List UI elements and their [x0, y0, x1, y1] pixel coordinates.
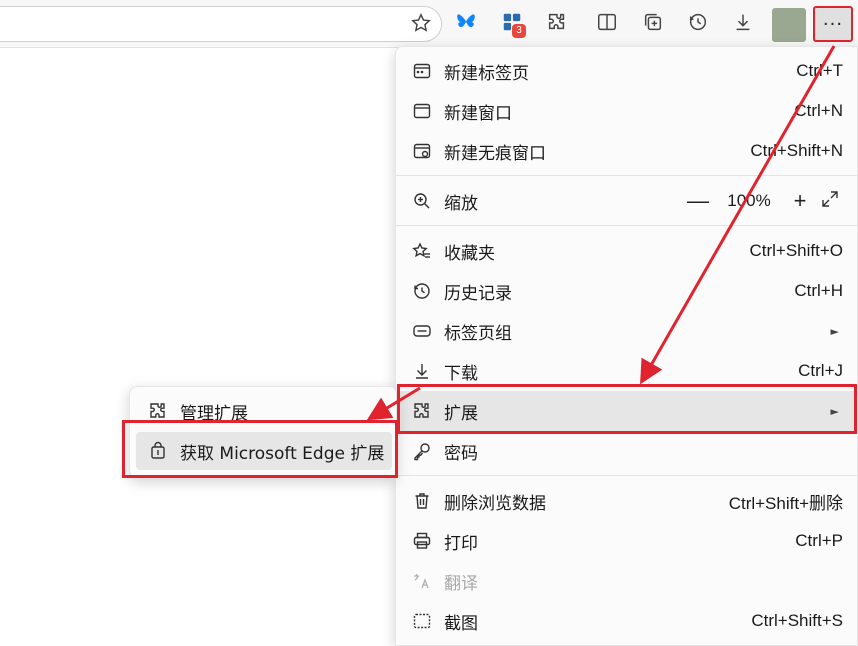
- submenu-item-manage-extensions[interactable]: 管理扩展: [136, 392, 392, 430]
- extensions-icon: [412, 401, 432, 421]
- zoom-in-button[interactable]: +: [785, 188, 815, 214]
- new-window-icon: [412, 101, 432, 121]
- menu-item-label: 标签页组: [444, 323, 512, 344]
- butterfly-icon: [455, 11, 477, 37]
- menu-item-label: 翻译: [444, 573, 478, 594]
- submenu-item-label: 获取 Microsoft Edge 扩展: [180, 443, 385, 464]
- menu-item-label: 新建无痕窗口: [444, 143, 546, 164]
- download-icon: [732, 11, 754, 37]
- new-tab-icon: [412, 61, 432, 81]
- menu-item-label: 新建窗口: [444, 103, 512, 124]
- history-icon: [687, 11, 709, 37]
- zoom-level: 100%: [727, 191, 771, 210]
- favorite-star-button[interactable]: [406, 10, 436, 40]
- menu-item-label: 历史记录: [444, 283, 512, 304]
- menu-item-shortcut: Ctrl+Shift+N: [750, 141, 843, 160]
- menu-item-shortcut: Ctrl+Shift+O: [749, 241, 843, 260]
- menu-item-label: 下载: [444, 363, 478, 384]
- menu-item-label: 收藏夹: [444, 243, 495, 264]
- submenu-item-label: 管理扩展: [180, 403, 248, 424]
- submenu-item-get-edge-extensions[interactable]: 获取 Microsoft Edge 扩展: [136, 432, 392, 470]
- more-dots-icon: ···: [822, 13, 844, 35]
- zoom-controls: — 100% +: [683, 181, 845, 221]
- downloads-button[interactable]: [727, 8, 759, 40]
- menu-item-label: 密码: [444, 443, 478, 464]
- settings-menu: 新建标签页 Ctrl+T 新建窗口 Ctrl+N 新建无痕窗口 Ctrl+Shi…: [395, 46, 858, 646]
- extension-badge-count: 3: [512, 24, 526, 38]
- menu-item-shortcut: Ctrl+Shift+删除: [728, 493, 843, 513]
- menu-item-extensions[interactable]: 扩展 ►: [396, 391, 858, 431]
- extensions-submenu: 管理扩展 获取 Microsoft Edge 扩展: [129, 386, 397, 478]
- collections-button[interactable]: [637, 8, 669, 40]
- menu-item-label: 缩放: [444, 193, 478, 214]
- history-button[interactable]: [682, 8, 714, 40]
- inprivate-icon: [412, 141, 432, 161]
- menu-item-print[interactable]: 打印 Ctrl+P: [396, 521, 858, 561]
- menu-item-label: 截图: [444, 613, 478, 634]
- favorites-icon: [412, 241, 432, 261]
- collections-icon: [642, 11, 664, 37]
- menu-item-shortcut: Ctrl+N: [794, 101, 843, 120]
- password-key-icon: [412, 441, 432, 461]
- menu-item-history[interactable]: 历史记录 Ctrl+H: [396, 271, 858, 311]
- zoom-icon: [412, 191, 432, 211]
- profile-avatar[interactable]: [772, 8, 806, 42]
- menu-item-new-window[interactable]: 新建窗口 Ctrl+N: [396, 91, 858, 131]
- print-icon: [412, 531, 432, 551]
- extensions-icon: [148, 401, 168, 421]
- menu-item-new-inprivate-window[interactable]: 新建无痕窗口 Ctrl+Shift+N: [396, 131, 858, 171]
- menu-item-zoom: 缩放 — 100% +: [396, 181, 858, 221]
- tab-groups-icon: [412, 321, 432, 341]
- submenu-arrow-icon: ►: [830, 324, 839, 338]
- menu-item-label: 扩展: [444, 403, 478, 424]
- split-screen-button[interactable]: [591, 8, 623, 40]
- fullscreen-icon: [820, 189, 840, 214]
- settings-and-more-button[interactable]: ···: [813, 6, 853, 42]
- menu-item-shortcut: Ctrl+T: [796, 61, 843, 80]
- menu-item-translate: 翻译: [396, 561, 858, 601]
- download-icon: [412, 361, 432, 381]
- menu-item-label: 删除浏览数据: [444, 493, 546, 514]
- history-icon: [412, 281, 432, 301]
- menu-item-label: 打印: [444, 533, 478, 554]
- menu-item-tab-groups[interactable]: 标签页组 ►: [396, 311, 858, 351]
- menu-separator: [396, 225, 858, 226]
- menu-separator: [396, 175, 858, 176]
- fullscreen-button[interactable]: [815, 189, 845, 214]
- trash-icon: [412, 491, 432, 511]
- star-icon: [410, 12, 432, 38]
- menu-item-shortcut: Ctrl+H: [794, 281, 843, 300]
- extensions-button[interactable]: [541, 8, 573, 40]
- translate-icon: [412, 571, 432, 591]
- menu-item-favorites[interactable]: 收藏夹 Ctrl+Shift+O: [396, 231, 858, 271]
- address-bar[interactable]: [0, 6, 442, 42]
- menu-item-passwords[interactable]: 密码: [396, 431, 858, 471]
- menu-item-screenshot[interactable]: 截图 Ctrl+Shift+S: [396, 601, 858, 641]
- menu-item-shortcut: Ctrl+P: [795, 531, 843, 550]
- menu-item-new-tab[interactable]: 新建标签页 Ctrl+T: [396, 51, 858, 91]
- screenshot-icon: [412, 611, 432, 631]
- split-screen-icon: [596, 11, 618, 37]
- bluesky-extension-button[interactable]: [450, 8, 482, 40]
- menu-item-downloads[interactable]: 下载 Ctrl+J: [396, 351, 858, 391]
- menu-item-shortcut: Ctrl+J: [798, 361, 843, 380]
- extension-badge-button[interactable]: 3: [496, 8, 528, 40]
- menu-item-clear-browsing-data[interactable]: 删除浏览数据 Ctrl+Shift+删除: [396, 481, 858, 521]
- menu-item-shortcut: Ctrl+Shift+S: [751, 611, 843, 630]
- store-bag-icon: [148, 441, 168, 461]
- zoom-out-button[interactable]: —: [683, 188, 713, 214]
- menu-item-label: 新建标签页: [444, 63, 529, 84]
- browser-toolbar: 3 ···: [0, 0, 858, 48]
- puzzle-icon: [546, 11, 568, 37]
- submenu-arrow-icon: ►: [830, 404, 839, 418]
- menu-separator: [396, 475, 858, 476]
